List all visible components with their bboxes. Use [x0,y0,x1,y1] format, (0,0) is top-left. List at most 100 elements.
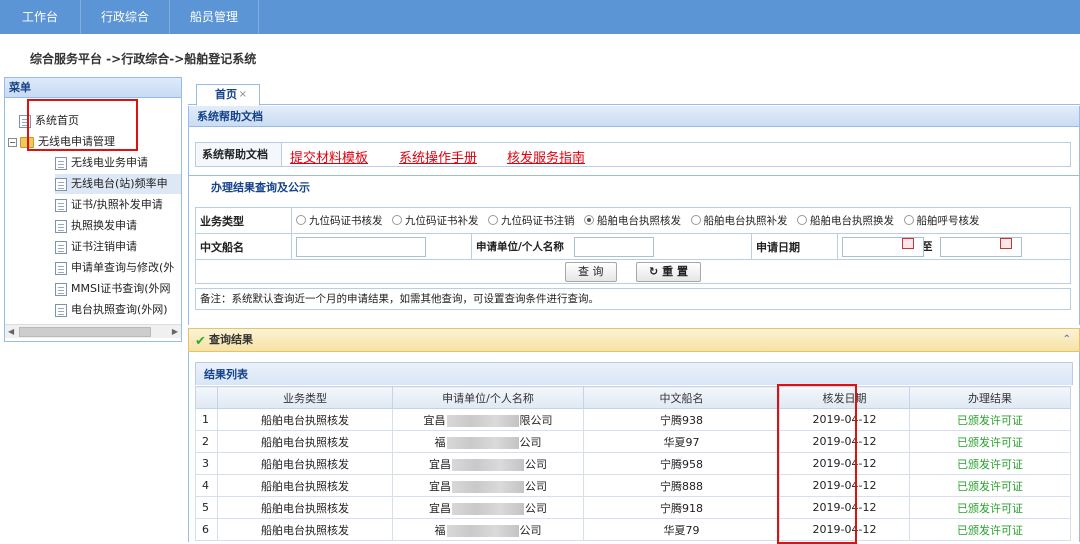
scroll-thumb[interactable] [19,327,151,337]
col-index [195,386,218,409]
menu-item-label: 执照换发申请 [71,219,137,232]
nav-admin[interactable]: 行政综合 [81,0,171,34]
menu-item-cancel[interactable]: 证书注销申请 [55,237,137,257]
tab-bar: 首页 × [188,78,1080,106]
query-panel-title: 办理结果查询及公示 [189,175,1079,199]
ship-name-label: 中文船名 [195,233,292,260]
applicant-suffix: 公司 [525,501,547,515]
highlight-box [777,384,857,544]
results-header: ✔ 查询结果 ⌃ [188,328,1080,352]
menu-item-renew[interactable]: 执照换发申请 [55,216,137,236]
menu-item-frequency[interactable]: 无线电台(站)频率申 [55,174,181,194]
scroll-left-icon[interactable]: ◀ [8,325,14,339]
col-applicant[interactable]: 申请单位/个人名称 [392,386,584,409]
applicant-suffix: 公司 [525,479,547,493]
radio-type-2[interactable]: 九位码证书补发 [392,213,479,228]
applicant-prefix: 福 [434,523,446,537]
collapse-up-icon[interactable]: ⌃ [1063,329,1071,351]
radio-label: 船舶电台执照补发 [703,214,788,227]
cell-type: 船舶电台执照核发 [217,452,393,475]
top-nav: 工作台 行政综合 船员管理 [0,0,1080,34]
menu-item-radio-apply[interactable]: 无线电业务申请 [55,153,148,173]
applicant-cell: 申请单位/个人名称 [471,233,752,260]
applicant-prefix: 宜昌 [429,501,451,515]
cell-type: 船舶电台执照核发 [217,518,393,541]
applicant-prefix: 宜昌 [429,479,451,493]
row-index: 6 [195,518,218,541]
col-type[interactable]: 业务类型 [217,386,393,409]
type-radios: 九位码证书核发 九位码证书补发 九位码证书注销 船舶电台执照核发 船舶电台执照补… [291,207,1071,234]
cell-result: 已颁发许可证 [909,518,1071,541]
radio-type-1[interactable]: 九位码证书核发 [296,213,383,228]
table-row[interactable]: 4 船舶电台执照核发 宜昌 公司 宁腾888 2019-04-12 已颁发许可证 [195,474,1071,497]
table-row[interactable]: 1 船舶电台执照核发 宜昌 限公司 宁腾938 2019-04-12 已颁发许可证 [195,408,1071,431]
radio-type-5[interactable]: 船舶电台执照补发 [690,213,788,228]
button-row: 查 询 ↻ 重 置 [195,259,1071,284]
redacted-block [452,458,524,471]
cell-ship: 宁腾888 [583,474,780,497]
calendar-icon[interactable] [1000,238,1012,249]
close-icon[interactable]: × [239,85,247,105]
row-index: 4 [195,474,218,497]
cell-ship: 宁腾958 [583,452,780,475]
link-user-manual[interactable]: 系统操作手册 [399,147,477,166]
radio-label: 九位码证书补发 [405,214,479,227]
highlight-box [27,99,138,151]
menu-item-mmsi[interactable]: MMSI证书查询(外网 [55,279,171,299]
cell-applicant: 宜昌 公司 [392,452,584,475]
radio-label: 船舶电台执照换发 [810,214,894,227]
cell-result: 已颁发许可证 [909,474,1071,497]
cell-type: 船舶电台执照核发 [217,408,393,431]
tab-label: 首页 [215,88,237,101]
menu-item-reissue[interactable]: 证书/执照补发申请 [55,195,163,215]
check-icon: ✔ [195,334,206,349]
table-row[interactable]: 3 船舶电台执照核发 宜昌 公司 宁腾958 2019-04-12 已颁发许可证 [195,452,1071,475]
menu-item-query-edit[interactable]: 申请单查询与修改(外 [55,258,174,278]
redacted-block [452,502,524,515]
query-form: 业务类型 九位码证书核发 九位码证书补发 九位码证书注销 船舶电台执照核发 船舶… [195,207,1071,284]
collapse-icon[interactable]: − [8,137,17,147]
cell-result: 已颁发许可证 [909,496,1071,519]
applicant-suffix: 公司 [519,523,542,537]
col-result[interactable]: 办理结果 [909,386,1071,409]
nav-crew[interactable]: 船员管理 [170,0,260,34]
menu-item-label: MMSI证书查询(外网 [71,282,171,295]
cell-applicant: 福 公司 [392,518,584,541]
radio-type-4[interactable]: 船舶电台执照核发 [584,213,681,228]
col-ship[interactable]: 中文船名 [583,386,780,409]
scroll-right-icon[interactable]: ▶ [172,325,178,339]
radio-type-7[interactable]: 船舶呼号核发 [903,213,980,228]
tab-home[interactable]: 首页 × [196,84,260,106]
table-header-row: 业务类型 申请单位/个人名称 中文船名 核发日期 办理结果 [195,386,1071,409]
menu-item-license-query[interactable]: 电台执照查询(外网) [55,300,168,318]
radio-type-6[interactable]: 船舶电台执照换发 [797,213,894,228]
radio-label: 船舶呼号核发 [916,214,980,227]
redacted-block [446,524,519,537]
menu-item-label: 证书注销申请 [71,240,137,253]
help-links-row: 系统帮助文档 提交材料模板 系统操作手册 核发服务指南 [195,142,1071,167]
nav-workbench[interactable]: 工作台 [0,0,82,34]
table-row[interactable]: 2 船舶电台执照核发福公司 华夏97 2019-04-12 已颁发许可证 [195,430,1071,453]
document-icon [55,156,67,170]
link-service-guide[interactable]: 核发服务指南 [507,147,585,166]
link-material-template[interactable]: 提交材料模板 [290,147,368,166]
radio-label: 船舶电台执照核发 [597,214,681,227]
cell-type: 船舶电台执照核发 [217,474,393,497]
help-row-label: 系统帮助文档 [196,143,282,166]
sidebar-hscrollbar[interactable]: ◀ ▶ [5,324,181,338]
applicant-input[interactable] [574,236,654,257]
radio-type-3[interactable]: 九位码证书注销 [488,213,575,228]
ship-name-input[interactable] [296,236,426,257]
reset-button[interactable]: ↻ 重 置 [636,261,701,282]
menu-item-label: 证书/执照补发申请 [71,198,163,211]
row-index: 3 [195,452,218,475]
cell-result: 已颁发许可证 [909,430,1071,453]
date-label: 申请日期 [751,233,838,260]
table-row[interactable]: 5 船舶电台执照核发 宜昌 公司 宁腾918 2019-04-12 已颁发许可证 [195,496,1071,519]
redacted-block [446,414,519,427]
radio-checked-icon [584,215,594,226]
table-row[interactable]: 6 船舶电台执照核发福公司 华夏79 2019-04-12 已颁发许可证 [195,518,1071,541]
calendar-icon[interactable] [902,238,914,249]
search-button[interactable]: 查 询 [565,261,617,282]
results-list-title: 结果列表 [195,362,1073,385]
